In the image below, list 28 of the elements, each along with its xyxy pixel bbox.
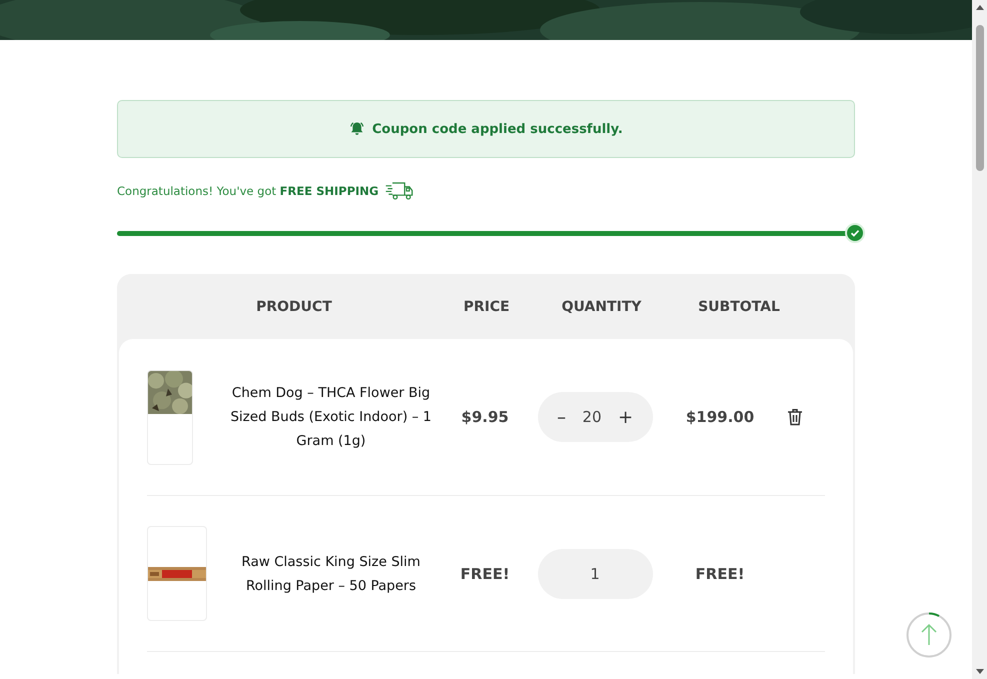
quantity-value: 1 [589,564,601,582]
price: FREE! [459,564,511,582]
increase-button[interactable]: + [616,406,636,428]
quantity-value: 20 [581,408,602,426]
quantity-stepper[interactable]: 1 [538,548,652,598]
product-name-link[interactable]: Raw Classic King Size Slim Rolling Paper – 50 Papers [217,550,445,598]
scrollbar[interactable] [972,0,987,679]
truck-icon [384,180,414,201]
column-header: QUANTITY [560,298,642,314]
notice-message: Coupon code applied successfully. [372,122,623,136]
bell-icon [349,121,366,137]
shipping-message: Congratulations! You've got FREE SHIPPING [117,184,379,198]
column-header: SUBTOTAL [697,298,781,314]
scrollbar-thumb[interactable] [976,25,984,171]
column-header: PRODUCT [255,298,333,314]
price: $9.95 [460,408,510,426]
product-thumbnail[interactable] [147,370,193,464]
check-icon [845,223,865,243]
product-name-link[interactable]: Chem Dog – THCA Flower Big Sized Buds (Exotic Indoor) – 1 Gram (1g) [217,381,445,453]
quantity-stepper[interactable]: – 20 + [538,392,652,442]
column-header: PRICE [462,298,511,314]
product-thumbnail[interactable] [147,526,207,621]
subtotal: $199.00 [684,408,756,426]
subtotal: FREE! [694,564,746,582]
scroll-up-icon[interactable] [976,5,984,10]
trash-icon[interactable] [787,408,803,426]
scroll-down-icon[interactable] [976,669,984,674]
decrease-button[interactable]: – [554,406,568,428]
